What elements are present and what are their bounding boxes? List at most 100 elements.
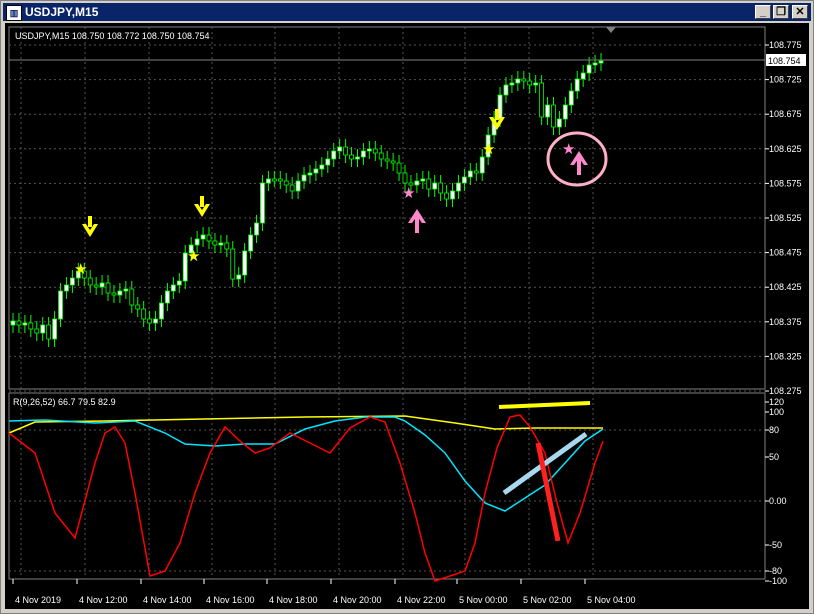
candle-body [349,154,354,160]
candle-body [372,148,378,154]
candle-body [236,274,242,280]
candle-body [574,78,580,92]
candle-body [218,242,224,246]
star-icon: ★ [482,141,495,158]
candle-body [343,146,349,156]
price-tick-label: 108.375 [769,317,802,327]
candle-body [337,146,343,152]
candle-body [557,118,562,128]
indicator-line-yellow [8,415,603,434]
candle-body [93,284,99,288]
candle-body [224,242,230,250]
indicator-tick-label: 50 [769,452,779,462]
chart-window: ▥ USDJPY,M15 _ ❐ ✕ USDJPY,M15 108.750 10… [0,0,814,614]
time-tick-label: 4 Nov 18:00 [269,595,318,605]
chart-window-icon: ▥ [6,5,22,21]
buy-star-icon: ★ [562,141,575,158]
price-tick-label: 108.425 [769,282,802,292]
time-tick-label: 5 Nov 04:00 [587,595,636,605]
price-tick-label: 108.525 [769,213,802,223]
candle-body [58,290,63,320]
candle-body [325,158,331,166]
candle-body [34,328,40,334]
time-tick-label: 4 Nov 2019 [15,595,61,605]
candle-body [289,184,295,192]
candles [10,53,604,347]
candle-body [568,90,574,106]
candle-body [361,150,366,158]
candle-body [313,168,319,174]
sell-arrow-icon [194,196,210,217]
price-tick-label: 108.475 [769,248,802,258]
candle-body [111,292,117,296]
chart-area[interactable]: USDJPY,M15 108.750 108.772 108.750 108.7… [5,23,809,609]
star-icon: ★ [187,248,200,265]
candle-body [46,324,52,340]
candle-body [562,104,568,120]
candle-body [99,282,105,288]
candle-body [479,156,485,174]
minimize-button[interactable]: _ [755,5,771,19]
candle-body [271,178,277,182]
current-price-label: 108.754 [768,56,801,66]
candle-body [461,176,467,184]
candle-body [194,238,200,246]
candle-body [355,156,360,160]
main-panel-header: USDJPY,M15 108.750 108.772 108.750 108.7… [15,31,210,41]
candle-body [117,290,123,296]
indicator-tick-label: -50 [769,540,782,550]
indicator-line-cyan [8,416,604,512]
candle-body [420,178,426,182]
candle-body [444,192,449,200]
time-axis: 4 Nov 2019 4 Nov 12:00 4 Nov 14:00 4 Nov 16… [12,579,636,605]
candle-body [141,308,147,320]
candle-body [378,152,384,160]
star-icon: ★ [74,261,87,278]
candle-body [295,180,301,192]
sell-arrow-icon [82,216,98,237]
candle-body [515,78,521,84]
candle-body [123,288,129,292]
candle-body [319,164,325,170]
title-bar[interactable]: ▥ USDJPY,M15 _ ❐ ✕ [3,3,811,21]
grid [9,27,765,579]
candle-body [598,60,604,64]
candle-body [28,322,34,330]
candle-body [16,320,22,326]
indicator-tick-label: 80 [769,425,779,435]
indicator-tick-label: 100 [769,407,784,417]
candle-body [586,64,592,74]
candle-body [10,320,16,326]
candle-body [153,318,158,324]
candle-body [473,170,479,174]
candle-body [165,290,170,304]
price-tick-label: 108.575 [769,178,802,188]
candle-body [366,148,372,152]
candle-body [105,282,111,294]
candle-body [265,178,271,184]
candle-body [212,240,218,246]
minimize-icon: _ [759,6,767,18]
annotation-yellow-line [498,401,591,409]
indicator-tick-label: -100 [769,576,787,586]
candle-body [206,234,212,242]
candle-body [254,222,259,236]
candle-body [159,302,164,320]
candle-body [396,162,402,174]
candle-body [456,182,461,192]
chart-svg[interactable]: USDJPY,M15 108.750 108.772 108.750 108.7… [5,23,809,609]
candle-body [307,172,313,176]
candle-body [22,322,28,326]
candle-body [426,178,432,190]
restore-button[interactable]: ❐ [773,5,789,19]
close-button[interactable]: ✕ [792,5,808,19]
sell-arrow-icon [489,109,505,130]
candle-body [533,82,539,86]
candle-body [170,284,176,292]
price-tick-label: 108.675 [769,109,802,119]
price-axis: 108.775 108.725 108.675 108.625 108.575 108.5… [765,40,802,396]
candle-body [551,104,556,128]
window-title: USDJPY,M15 [25,5,99,19]
candle-body [539,82,545,118]
candle-body [248,234,253,252]
